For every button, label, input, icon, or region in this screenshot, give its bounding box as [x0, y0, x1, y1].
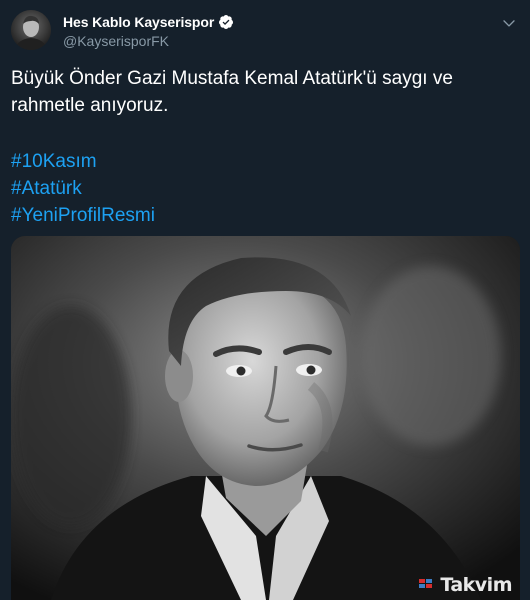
avatar[interactable] — [11, 10, 51, 50]
user-handle[interactable]: @KayserisporFK — [63, 33, 234, 49]
tweet-header: Hes Kablo Kayserispor @KayserisporFK — [11, 8, 520, 52]
verified-badge-icon — [218, 14, 234, 30]
takvim-logo-icon — [419, 579, 433, 588]
watermark-text: Takvim — [440, 574, 512, 596]
hashtag-link[interactable]: #Atatürk — [11, 175, 411, 202]
tweet-text: Büyük Önder Gazi Mustafa Kemal Atatürk'ü… — [11, 68, 453, 116]
account-names: Hes Kablo Kayserispor @KayserisporFK — [63, 13, 234, 49]
watermark: Takvim — [419, 574, 512, 596]
hashtag-link[interactable]: #10Kasım — [11, 148, 411, 175]
chevron-down-icon[interactable] — [498, 12, 520, 34]
tweet-photo[interactable]: Takvim — [11, 236, 520, 600]
portrait-photo — [11, 236, 520, 600]
display-name[interactable]: Hes Kablo Kayserispor — [63, 14, 214, 30]
hashtag-link[interactable]: #YeniProfilResmi — [11, 202, 411, 229]
hashtag-list: #10Kasım #Atatürk #YeniProfilResmi — [11, 148, 411, 229]
